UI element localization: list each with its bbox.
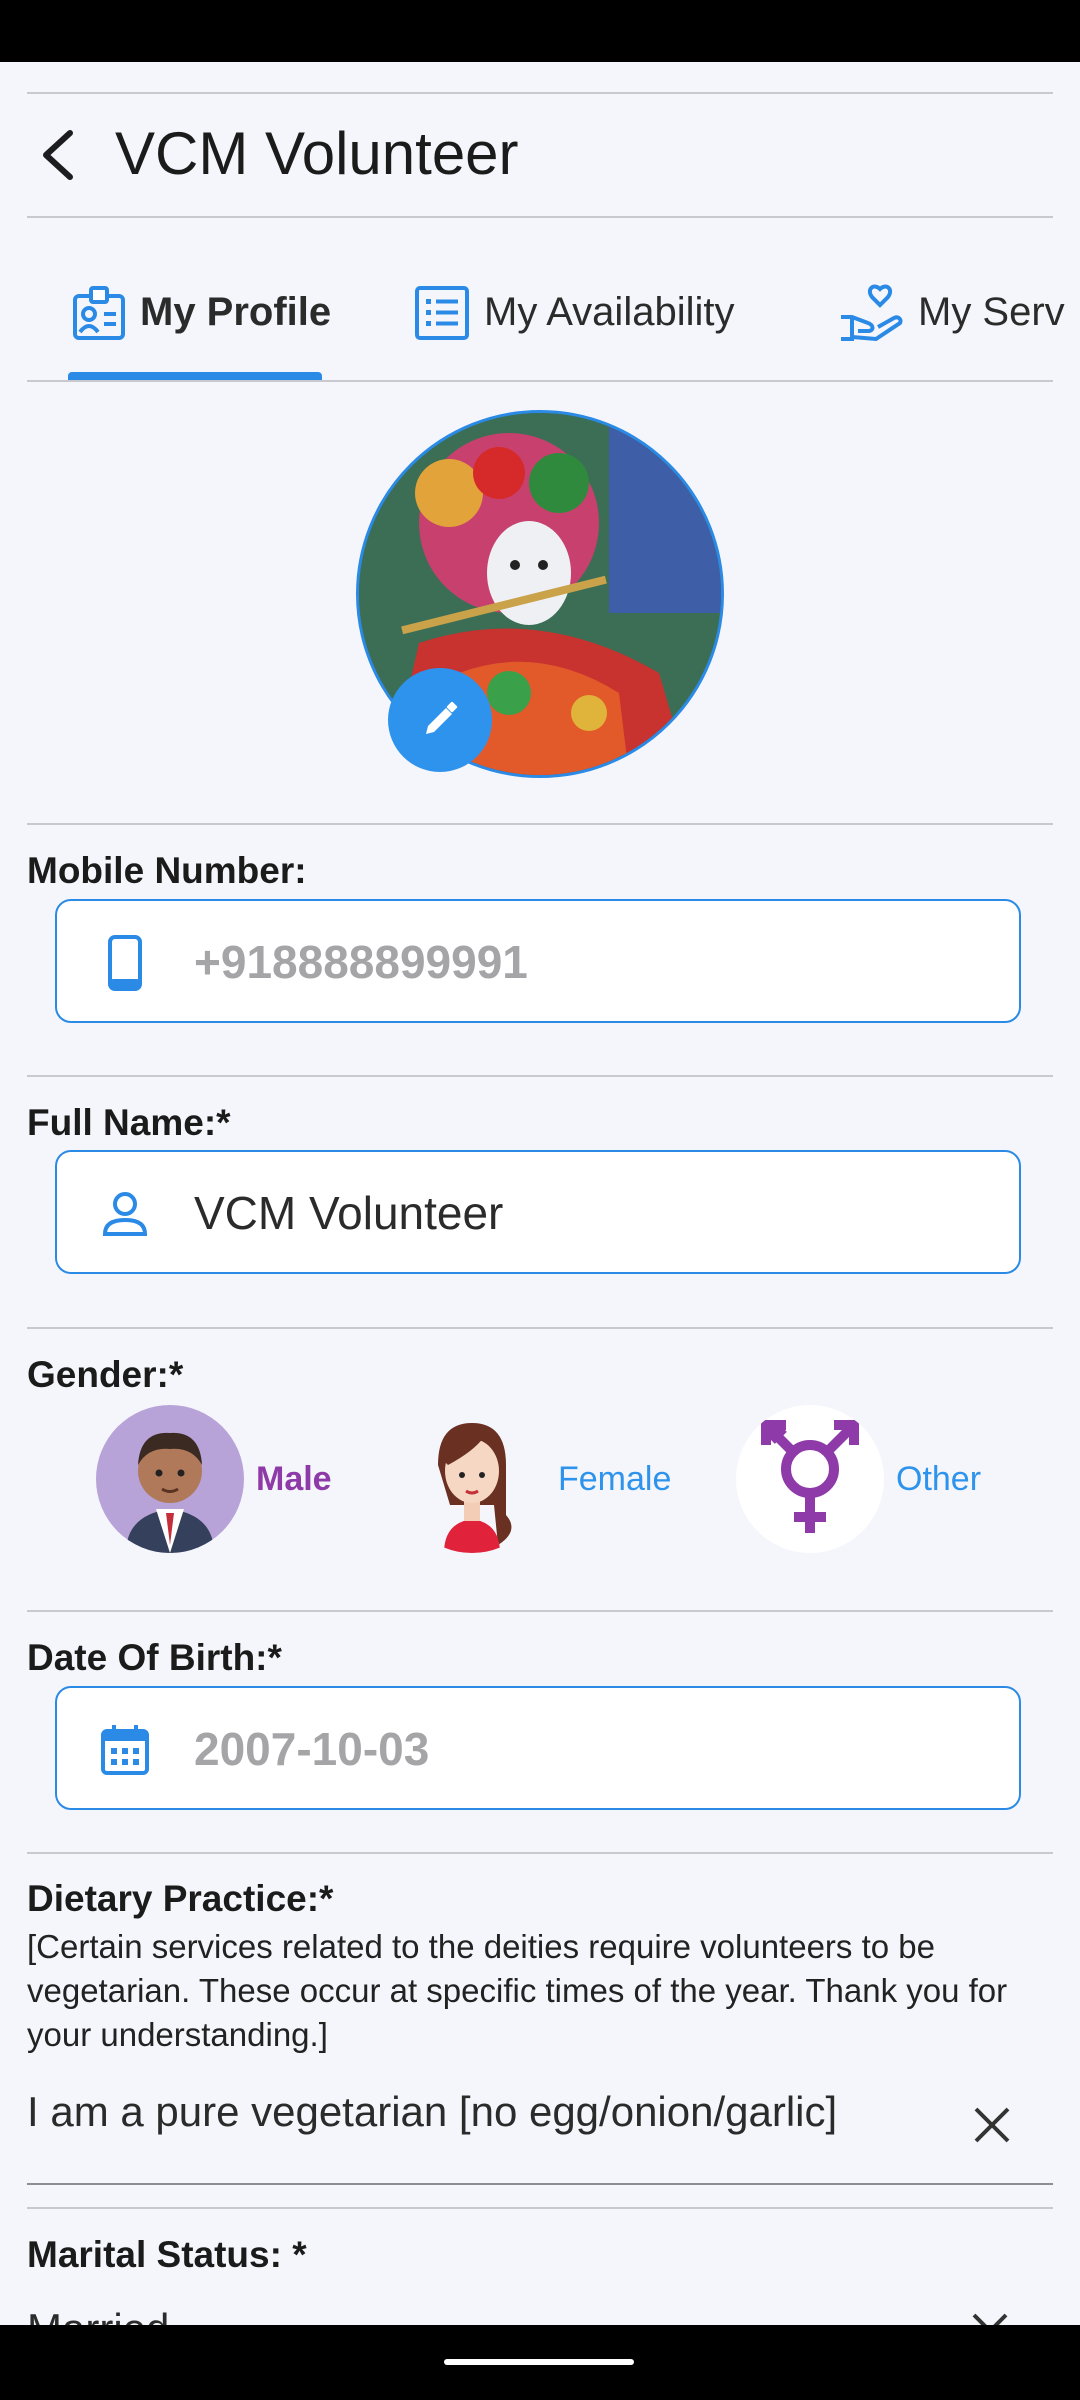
gender-label-female: Female <box>558 1459 672 1498</box>
phone-icon <box>95 933 155 993</box>
diet-select-value[interactable]: I am a pure vegetarian [no egg/onion/gar… <box>27 2088 837 2136</box>
divider <box>27 1610 1053 1612</box>
tab-label: My Availability <box>484 290 735 334</box>
gender-option-other[interactable]: Other <box>736 1405 981 1553</box>
edit-photo-button[interactable] <box>388 668 492 772</box>
profile-photo <box>356 410 724 778</box>
divider <box>27 823 1053 825</box>
divider <box>27 1327 1053 1329</box>
tab-my-services[interactable]: My Serv <box>838 250 1065 375</box>
dob-value: 2007-10-03 <box>194 1723 430 1775</box>
dob-field[interactable]: 2007-10-03 <box>55 1686 1021 1810</box>
divider <box>27 92 1053 94</box>
gender-label: Gender:* <box>27 1354 184 1395</box>
mobile-label: Mobile Number: <box>27 850 307 891</box>
gender-option-female[interactable]: Female <box>398 1405 671 1553</box>
diet-note: [Certain services related to the deities… <box>27 1928 1008 2053</box>
tab-indicator <box>68 372 322 380</box>
id-badge-icon <box>73 285 125 340</box>
page-title: VCM Volunteer <box>115 120 519 187</box>
divider <box>27 216 1053 218</box>
tab-label: My Profile <box>140 290 332 334</box>
back-button[interactable] <box>28 125 88 185</box>
person-icon <box>95 1184 155 1244</box>
back-arrow-icon <box>43 130 73 180</box>
gender-label-male: Male <box>256 1459 332 1498</box>
full-name-value: VCM Volunteer <box>194 1187 504 1239</box>
list-icon <box>415 285 469 340</box>
diet-underline <box>27 2183 1053 2185</box>
mobile-value: +918888899991 <box>194 936 528 988</box>
mobile-field[interactable]: +918888899991 <box>55 899 1021 1023</box>
navigation-bar <box>0 2325 1080 2400</box>
tab-my-availability[interactable]: My Availability <box>414 250 734 375</box>
dob-label: Date Of Birth:* <box>27 1637 282 1678</box>
calendar-icon <box>95 1720 155 1780</box>
tab-label: My Serv <box>918 290 1065 334</box>
diet-clear-button[interactable] <box>962 2095 1022 2155</box>
home-indicator[interactable] <box>444 2359 634 2365</box>
status-bar <box>0 0 1080 62</box>
app-bar: VCM Volunteer <box>0 95 1080 215</box>
gender-selector: Male Female Other <box>0 1405 1080 1555</box>
tab-my-profile[interactable]: My Profile <box>72 250 331 375</box>
chevron-down-icon[interactable] <box>968 2305 1012 2325</box>
gender-option-male[interactable]: Male <box>96 1405 332 1553</box>
diet-label: Dietary Practice:* <box>27 1878 334 1919</box>
gender-label-other: Other <box>896 1459 982 1498</box>
transgender-symbol-icon <box>736 1405 884 1553</box>
divider <box>27 380 1053 382</box>
close-icon <box>974 2107 1010 2143</box>
tab-bar: My Profile My Availability My Serv <box>0 250 1080 380</box>
divider <box>27 1075 1053 1077</box>
full-name-label: Full Name:* <box>27 1102 231 1143</box>
marital-label: Marital Status: * <box>27 2234 307 2275</box>
full-name-field[interactable]: VCM Volunteer <box>55 1150 1021 1274</box>
divider <box>27 2207 1053 2209</box>
hand-heart-icon <box>841 284 903 341</box>
male-avatar-icon <box>96 1405 244 1553</box>
divider <box>27 1852 1053 1854</box>
female-avatar-icon <box>398 1405 546 1553</box>
pencil-icon <box>426 701 458 734</box>
